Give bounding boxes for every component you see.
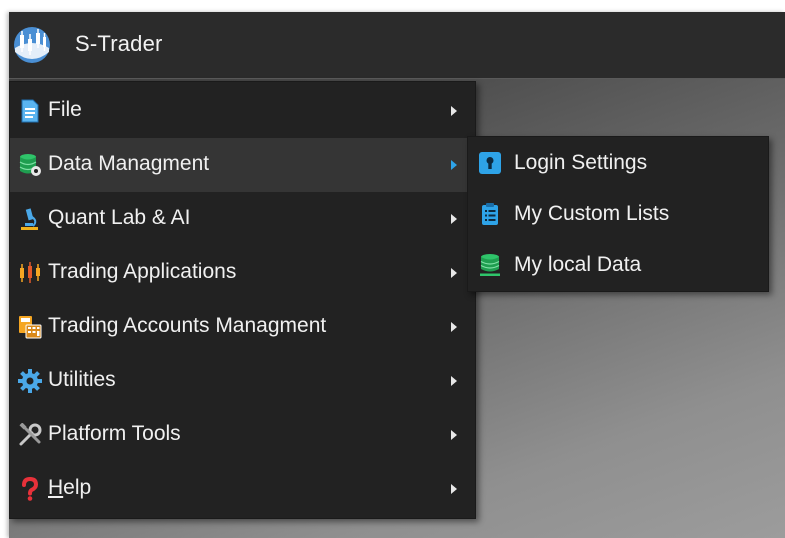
menu-item-platform-tools[interactable]: Platform Tools	[10, 408, 475, 462]
menu-item-label: File	[48, 98, 82, 121]
database-icon	[480, 254, 500, 276]
candlestick-icon	[20, 262, 40, 283]
microscope-icon	[21, 208, 38, 230]
menu-item-label: Trading Applications	[48, 260, 237, 283]
clipboard-list-icon	[482, 203, 498, 225]
submenu-item-label: My Custom Lists	[514, 202, 670, 225]
chevron-right-icon	[451, 484, 457, 494]
app-title: S-Trader	[75, 31, 163, 56]
app-window: S-Trader File Data Managment Quant Lab &…	[9, 12, 785, 538]
menu-item-utilities[interactable]: Utilities	[10, 354, 475, 408]
menu-item-data-managment[interactable]: Data Managment	[10, 138, 475, 192]
lock-icon	[479, 152, 501, 174]
mnemonic-letter: H	[48, 476, 64, 499]
chevron-right-icon	[451, 160, 457, 170]
chevron-right-icon	[451, 106, 457, 116]
submenu-data-managment: Login Settings My Custom Lists My local …	[467, 136, 769, 292]
menu-item-quant-lab[interactable]: Quant Lab & AI	[10, 192, 475, 246]
submenu-item-my-custom-lists[interactable]: My Custom Lists	[468, 189, 768, 240]
menu-item-label: Utilities	[48, 368, 116, 391]
menu-item-label: Data Managment	[48, 152, 210, 175]
menu-item-label: Help	[48, 476, 91, 500]
menu-item-label: Trading Accounts Managment	[48, 314, 327, 337]
submenu-item-label: Login Settings	[514, 151, 648, 174]
question-icon	[22, 477, 39, 501]
title-bar: S-Trader	[9, 12, 785, 79]
menu-item-help[interactable]: Help	[10, 462, 475, 516]
chevron-right-icon	[451, 268, 457, 278]
chevron-right-icon	[451, 376, 457, 386]
submenu-item-my-local-data[interactable]: My local Data	[468, 240, 768, 291]
candlestick-logo-icon	[14, 27, 50, 63]
main-menu: File Data Managment Quant Lab & AI Tradi…	[9, 81, 476, 519]
database-gear-icon	[19, 154, 41, 176]
calculator-icon	[19, 316, 42, 339]
tools-icon	[19, 423, 42, 446]
document-icon	[21, 99, 39, 123]
chevron-right-icon	[451, 430, 457, 440]
label-rest: elp	[63, 476, 92, 499]
menu-item-trading-accounts[interactable]: Trading Accounts Managment	[10, 300, 475, 354]
submenu-item-login-settings[interactable]: Login Settings	[468, 138, 768, 189]
gear-icon	[18, 369, 42, 393]
submenu-item-label: My local Data	[514, 253, 642, 276]
chevron-right-icon	[451, 214, 457, 224]
menu-item-label: Quant Lab & AI	[48, 206, 191, 229]
menu-item-label: Platform Tools	[48, 422, 181, 445]
menu-item-trading-applications[interactable]: Trading Applications	[10, 246, 475, 300]
menu-item-file[interactable]: File	[10, 84, 475, 138]
chevron-right-icon	[451, 322, 457, 332]
